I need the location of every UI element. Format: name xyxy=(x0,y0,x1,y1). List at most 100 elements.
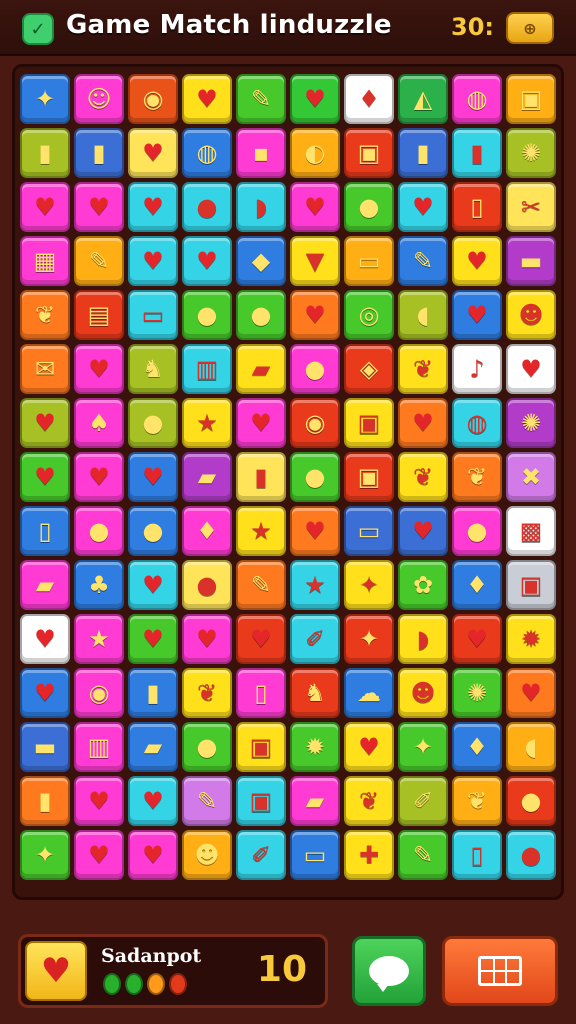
tile-r5-c4[interactable]: ● xyxy=(182,290,232,340)
tile-r11-c2[interactable]: ★ xyxy=(74,614,124,664)
tile-r10-c2[interactable]: ♣ xyxy=(74,560,124,610)
tile-r13-c6[interactable]: ✹ xyxy=(290,722,340,772)
tile-r3-c1[interactable]: ♥ xyxy=(20,182,70,232)
tile-r3-c7[interactable]: ● xyxy=(344,182,394,232)
tile-r2-c5[interactable]: ▪ xyxy=(236,128,286,178)
tile-r3-c10[interactable]: ✂ xyxy=(506,182,556,232)
tile-r6-c4[interactable]: ▥ xyxy=(182,344,232,394)
tile-r15-c4[interactable]: ☻ xyxy=(182,830,232,880)
tile-r2-c9[interactable]: ▮ xyxy=(452,128,502,178)
tile-r12-c3[interactable]: ▮ xyxy=(128,668,178,718)
tile-r3-c2[interactable]: ♥ xyxy=(74,182,124,232)
tile-r6-c10[interactable]: ♥ xyxy=(506,344,556,394)
tile-r6-c8[interactable]: ❦ xyxy=(398,344,448,394)
tile-r2-c10[interactable]: ✺ xyxy=(506,128,556,178)
tile-r10-c6[interactable]: ★ xyxy=(290,560,340,610)
tile-r14-c7[interactable]: ❦ xyxy=(344,776,394,826)
chat-button[interactable] xyxy=(352,936,426,1006)
tile-r13-c7[interactable]: ♥ xyxy=(344,722,394,772)
tile-r2-c8[interactable]: ▮ xyxy=(398,128,448,178)
tile-r6-c9[interactable]: ♪ xyxy=(452,344,502,394)
tile-r8-c4[interactable]: ▰ xyxy=(182,452,232,502)
tile-r8-c5[interactable]: ▮ xyxy=(236,452,286,502)
tile-r7-c2[interactable]: ♠ xyxy=(74,398,124,448)
tile-r8-c1[interactable]: ♥ xyxy=(20,452,70,502)
tile-r10-c4[interactable]: ● xyxy=(182,560,232,610)
tile-r8-c2[interactable]: ♥ xyxy=(74,452,124,502)
tile-r12-c2[interactable]: ◉ xyxy=(74,668,124,718)
tile-r11-c3[interactable]: ♥ xyxy=(128,614,178,664)
tile-r5-c6[interactable]: ♥ xyxy=(290,290,340,340)
tile-r14-c8[interactable]: ✐ xyxy=(398,776,448,826)
tile-r9-c7[interactable]: ▭ xyxy=(344,506,394,556)
tile-r2-c1[interactable]: ▮ xyxy=(20,128,70,178)
tile-r9-c9[interactable]: ● xyxy=(452,506,502,556)
tile-r1-c10[interactable]: ▣ xyxy=(506,74,556,124)
tile-r7-c9[interactable]: ◍ xyxy=(452,398,502,448)
tile-r10-c3[interactable]: ♥ xyxy=(128,560,178,610)
tile-r3-c8[interactable]: ♥ xyxy=(398,182,448,232)
tile-r13-c8[interactable]: ✦ xyxy=(398,722,448,772)
tile-r15-c10[interactable]: ● xyxy=(506,830,556,880)
tile-r5-c3[interactable]: ▭ xyxy=(128,290,178,340)
tile-r8-c8[interactable]: ❦ xyxy=(398,452,448,502)
tile-r10-c10[interactable]: ▣ xyxy=(506,560,556,610)
tile-r10-c1[interactable]: ▰ xyxy=(20,560,70,610)
tile-r5-c9[interactable]: ♥ xyxy=(452,290,502,340)
checkbox-icon[interactable]: ✓ xyxy=(22,13,54,45)
tile-r3-c9[interactable]: ▯ xyxy=(452,182,502,232)
tile-r12-c1[interactable]: ♥ xyxy=(20,668,70,718)
tile-r13-c10[interactable]: ◖ xyxy=(506,722,556,772)
tile-r8-c10[interactable]: ✖ xyxy=(506,452,556,502)
tile-r4-c9[interactable]: ♥ xyxy=(452,236,502,286)
tile-r5-c8[interactable]: ◖ xyxy=(398,290,448,340)
tile-r14-c4[interactable]: ✎ xyxy=(182,776,232,826)
tile-r1-c2[interactable]: ☺ xyxy=(74,74,124,124)
tile-r12-c9[interactable]: ✺ xyxy=(452,668,502,718)
tile-r3-c3[interactable]: ♥ xyxy=(128,182,178,232)
tile-r5-c10[interactable]: ☻ xyxy=(506,290,556,340)
tile-r5-c7[interactable]: ◎ xyxy=(344,290,394,340)
tile-r13-c5[interactable]: ▣ xyxy=(236,722,286,772)
tile-r4-c1[interactable]: ▦ xyxy=(20,236,70,286)
tile-r13-c9[interactable]: ♦ xyxy=(452,722,502,772)
tile-r1-c5[interactable]: ✎ xyxy=(236,74,286,124)
tile-r9-c5[interactable]: ★ xyxy=(236,506,286,556)
tile-r11-c5[interactable]: ♥ xyxy=(236,614,286,664)
tile-r11-c6[interactable]: ✐ xyxy=(290,614,340,664)
tile-r11-c10[interactable]: ✹ xyxy=(506,614,556,664)
tile-r6-c1[interactable]: ✉ xyxy=(20,344,70,394)
tile-r14-c3[interactable]: ♥ xyxy=(128,776,178,826)
tile-r1-c4[interactable]: ♥ xyxy=(182,74,232,124)
tile-r10-c8[interactable]: ✿ xyxy=(398,560,448,610)
tile-r6-c2[interactable]: ♥ xyxy=(74,344,124,394)
tile-r1-c9[interactable]: ◍ xyxy=(452,74,502,124)
tile-r5-c1[interactable]: ❦ xyxy=(20,290,70,340)
tile-r14-c10[interactable]: ● xyxy=(506,776,556,826)
tile-r1-c7[interactable]: ♦ xyxy=(344,74,394,124)
tile-r12-c10[interactable]: ♥ xyxy=(506,668,556,718)
tile-r5-c5[interactable]: ● xyxy=(236,290,286,340)
tile-r3-c5[interactable]: ◗ xyxy=(236,182,286,232)
tile-r4-c10[interactable]: ▬ xyxy=(506,236,556,286)
tile-r3-c4[interactable]: ● xyxy=(182,182,232,232)
tile-r8-c7[interactable]: ▣ xyxy=(344,452,394,502)
tile-r8-c3[interactable]: ♥ xyxy=(128,452,178,502)
tile-r2-c3[interactable]: ♥ xyxy=(128,128,178,178)
tile-r12-c6[interactable]: ♞ xyxy=(290,668,340,718)
tile-r12-c5[interactable]: ▯ xyxy=(236,668,286,718)
tile-r1-c3[interactable]: ◉ xyxy=(128,74,178,124)
tile-r14-c1[interactable]: ▮ xyxy=(20,776,70,826)
grid-button[interactable] xyxy=(442,936,558,1006)
tile-r7-c10[interactable]: ✺ xyxy=(506,398,556,448)
tile-r4-c7[interactable]: ▭ xyxy=(344,236,394,286)
tile-r15-c2[interactable]: ♥ xyxy=(74,830,124,880)
tile-r11-c8[interactable]: ◗ xyxy=(398,614,448,664)
tile-r15-c1[interactable]: ✦ xyxy=(20,830,70,880)
tile-r14-c5[interactable]: ▣ xyxy=(236,776,286,826)
tile-r2-c2[interactable]: ▮ xyxy=(74,128,124,178)
tile-r12-c4[interactable]: ❦ xyxy=(182,668,232,718)
tile-r3-c6[interactable]: ♥ xyxy=(290,182,340,232)
tile-r11-c9[interactable]: ♥ xyxy=(452,614,502,664)
tile-r11-c4[interactable]: ♥ xyxy=(182,614,232,664)
